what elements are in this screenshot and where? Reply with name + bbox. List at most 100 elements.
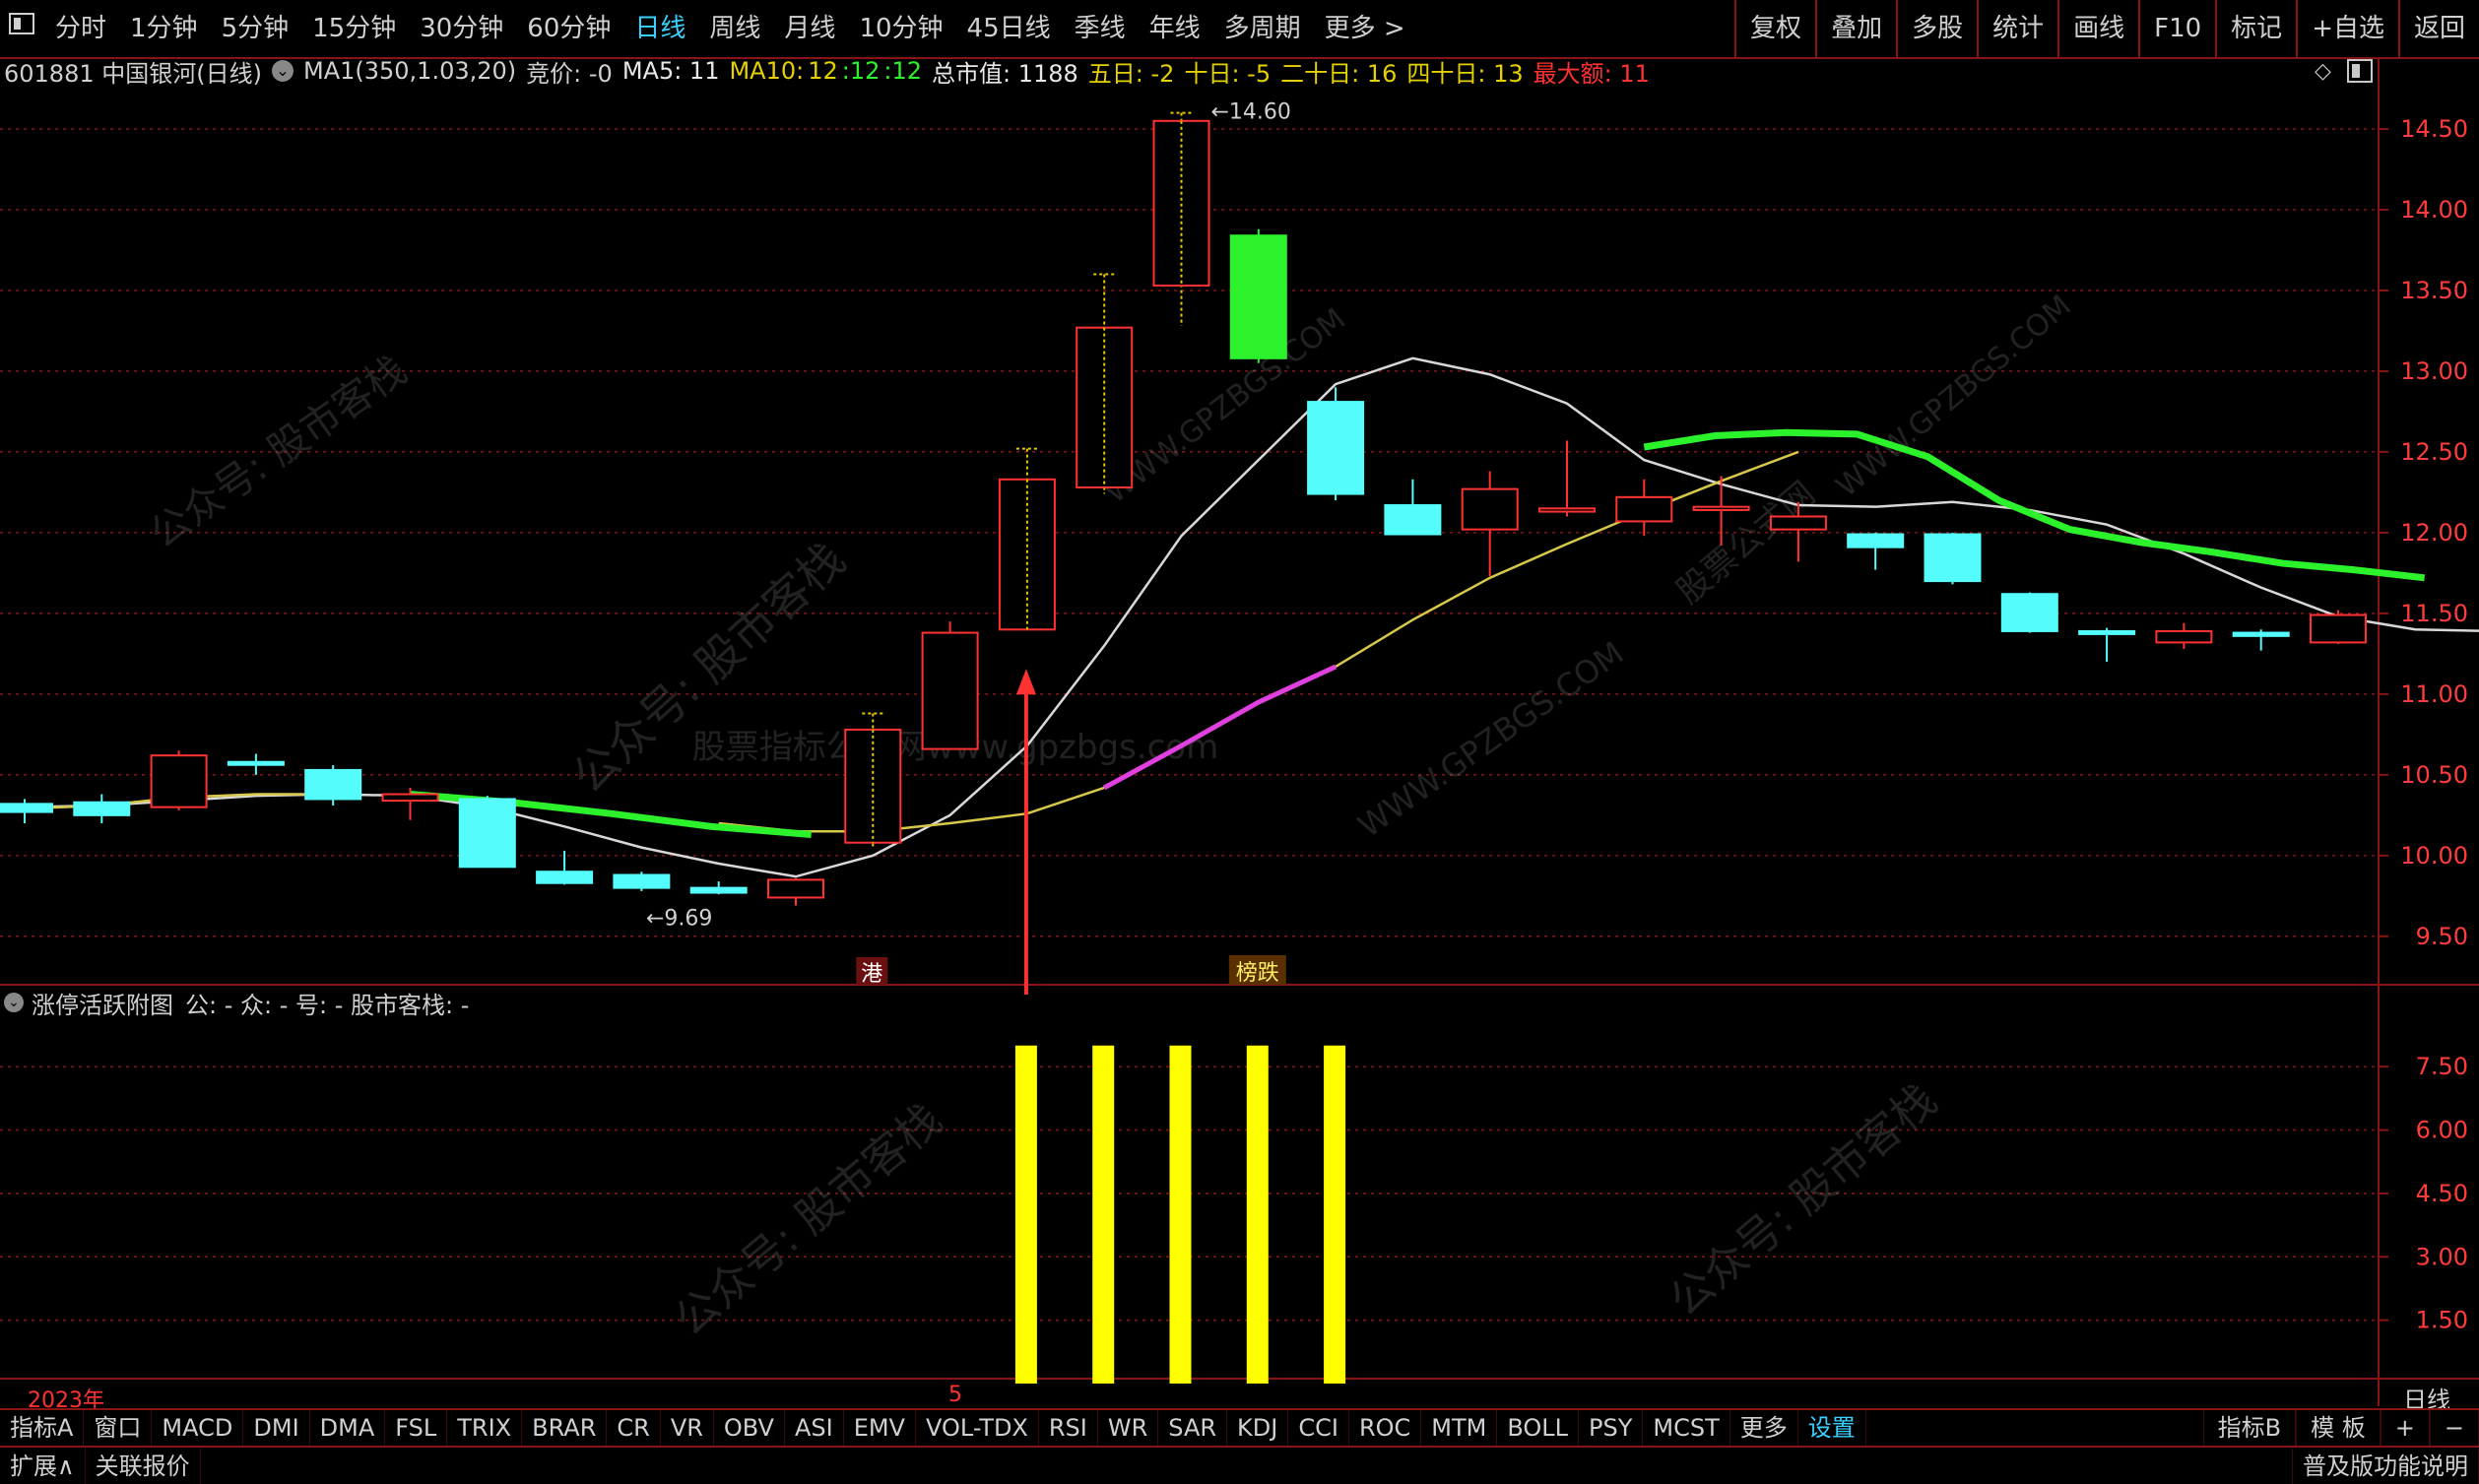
toolbar-button-7[interactable]: +自选 xyxy=(2296,0,2398,57)
toolbar-button-6[interactable]: 标记 xyxy=(2215,0,2296,57)
indicator-tab-2[interactable]: MACD xyxy=(152,1410,244,1446)
low-price-label: ←9.69 xyxy=(646,907,712,932)
expand-button[interactable]: 扩展∧ xyxy=(0,1448,86,1484)
indicator-tab-23[interactable]: MCST xyxy=(1643,1410,1730,1446)
period-tab-11[interactable]: 季线 xyxy=(1063,0,1138,57)
candle-body xyxy=(536,871,594,884)
window-menu-icon[interactable] xyxy=(0,0,43,57)
candle-body xyxy=(2232,631,2290,637)
indicator-tab-8[interactable]: CR xyxy=(607,1410,661,1446)
indicator-tab-24[interactable]: 更多 xyxy=(1730,1410,1798,1446)
indicator-tab-19[interactable]: ROC xyxy=(1349,1410,1422,1446)
period-tab-14[interactable]: 更多 > xyxy=(1313,0,1417,57)
y-tick-label-main: 10.50 xyxy=(2400,761,2468,789)
candle-body xyxy=(381,793,439,803)
y-tick-label-main: 12.50 xyxy=(2400,438,2468,466)
candle-body xyxy=(1924,533,1982,583)
indicator-tab-5[interactable]: FSL xyxy=(385,1410,448,1446)
indicator-tab-bar: 指标A 窗口 MACD DMI DMA FSL TRIX BRAR CR VR OBV ASI EMV V… xyxy=(0,1408,2479,1446)
indicator-tab-6[interactable]: TRIX xyxy=(447,1410,523,1446)
period-tab-6[interactable]: 日线 xyxy=(622,0,697,57)
candle-body xyxy=(1384,504,1442,536)
toolbar-button-1[interactable]: 叠加 xyxy=(1815,0,1896,57)
period-tab-12[interactable]: 年线 xyxy=(1138,0,1212,57)
candle-body xyxy=(2155,629,2213,644)
candle-body xyxy=(998,478,1056,631)
candle-body xyxy=(2078,629,2136,635)
ma-yellow-line-b xyxy=(718,786,1105,833)
candle-body xyxy=(1847,533,1905,548)
period-tab-4[interactable]: 30分钟 xyxy=(408,0,515,57)
period-tab-8[interactable]: 月线 xyxy=(772,0,847,57)
indicator-tab-1[interactable]: 窗口 xyxy=(84,1410,153,1446)
indicator-title-line: ⌄ 涨停活跃附图 公: - 众: - 号: - 股市客栈: - xyxy=(0,985,469,1020)
period-tab-2[interactable]: 5分钟 xyxy=(210,0,301,57)
period-tab-5[interactable]: 60分钟 xyxy=(515,0,622,57)
indicator-tab-17[interactable]: KDJ xyxy=(1227,1410,1289,1446)
candle-body xyxy=(689,886,748,894)
toolbar-button-0[interactable]: 复权 xyxy=(1734,0,1815,57)
indicator-tab-4[interactable]: DMA xyxy=(310,1410,386,1446)
indicator-tab-22[interactable]: PSY xyxy=(1579,1410,1644,1446)
toolbar-button-3[interactable]: 统计 xyxy=(1977,0,2057,57)
kline-chart[interactable]: 公众号: 股市客栈股票指标公式网www.gpzbgs.comWWW.GPZBGS… xyxy=(0,57,2479,1406)
y-tick-label-main: 11.50 xyxy=(2400,600,2468,627)
indicator-tab-0[interactable]: 指标A xyxy=(0,1410,85,1446)
indicator-tab-9[interactable]: VR xyxy=(661,1410,714,1446)
indicator-tab-18[interactable]: CCI xyxy=(1288,1410,1349,1446)
watermark-text: WWW.GPZBGS.COM xyxy=(1351,634,1630,845)
indicator-bar xyxy=(1014,1045,1037,1384)
indicator-tab-15[interactable]: WR xyxy=(1098,1410,1159,1446)
indicator-tab-14[interactable]: RSI xyxy=(1039,1410,1098,1446)
high-price-label: ←14.60 xyxy=(1211,100,1291,125)
period-tab-9[interactable]: 10分钟 xyxy=(847,0,954,57)
candle-body xyxy=(458,798,516,869)
toolbar-button-4[interactable]: 画线 xyxy=(2057,0,2138,57)
indicator-dropdown-icon[interactable]: ⌄ xyxy=(4,993,24,1012)
candle-body xyxy=(1769,515,1827,531)
indicator-tab-20[interactable]: MTM xyxy=(1421,1410,1498,1446)
period-tab-1[interactable]: 1分钟 xyxy=(118,0,210,57)
template-button-3[interactable]: − xyxy=(2429,1410,2479,1446)
candle-body xyxy=(1461,487,1519,531)
indicator-bar xyxy=(1324,1045,1346,1384)
candle-body xyxy=(921,631,979,750)
y-tick-label-indicator: 1.50 xyxy=(2416,1307,2468,1334)
indicator-tab-10[interactable]: OBV xyxy=(714,1410,785,1446)
marker-hk: 港 xyxy=(861,962,882,987)
indicator-tab-12[interactable]: EMV xyxy=(844,1410,916,1446)
indicator-tab-13[interactable]: VOL-TDX xyxy=(916,1410,1039,1446)
indicator-tab-11[interactable]: ASI xyxy=(785,1410,844,1446)
indicator-tab-16[interactable]: SAR xyxy=(1158,1410,1228,1446)
y-tick-label-main: 14.00 xyxy=(2400,196,2468,224)
signal-arrow-head xyxy=(1015,669,1036,695)
candle-body xyxy=(227,760,285,766)
template-button-0[interactable]: 指标B xyxy=(2202,1410,2297,1446)
period-tab-7[interactable]: 周线 xyxy=(697,0,772,57)
related-quote-button[interactable]: 关联报价 xyxy=(86,1448,201,1484)
template-buttons: 指标B 模 板 + − xyxy=(2202,1410,2479,1446)
indicator-tab-21[interactable]: BOLL xyxy=(1497,1410,1580,1446)
toolbar-button-2[interactable]: 多股 xyxy=(1896,0,1977,57)
period-tab-3[interactable]: 15分钟 xyxy=(300,0,408,57)
toolbar-button-5[interactable]: F10 xyxy=(2138,0,2215,57)
indicator-tab-25[interactable]: 设置 xyxy=(1798,1410,1866,1446)
indicator-tab-3[interactable]: DMI xyxy=(243,1410,310,1446)
period-tab-13[interactable]: 多周期 xyxy=(1212,0,1313,57)
template-button-2[interactable]: + xyxy=(2380,1410,2430,1446)
candle-body xyxy=(304,768,362,801)
indicator-bar xyxy=(1246,1045,1269,1384)
toolbar-button-8[interactable]: 返回 xyxy=(2397,0,2479,57)
period-tab-10[interactable]: 45日线 xyxy=(955,0,1063,57)
y-tick-label-indicator: 4.50 xyxy=(2416,1180,2468,1207)
template-button-1[interactable]: 模 板 xyxy=(2296,1410,2381,1446)
watermark-text: 公众号: 股市客栈 xyxy=(1660,1074,1946,1326)
indicator-tab-7[interactable]: BRAR xyxy=(522,1410,608,1446)
y-tick-label-main: 10.00 xyxy=(2400,842,2468,870)
version-help-button[interactable]: 普及版功能说明 xyxy=(2292,1448,2479,1484)
period-tab-0[interactable]: 分时 xyxy=(43,0,118,57)
candle-body xyxy=(0,803,53,813)
watermark-text: 公众号: 股市客栈 xyxy=(665,1094,951,1346)
y-tick-label-main: 14.50 xyxy=(2400,115,2468,143)
candle-body xyxy=(1692,505,1750,511)
